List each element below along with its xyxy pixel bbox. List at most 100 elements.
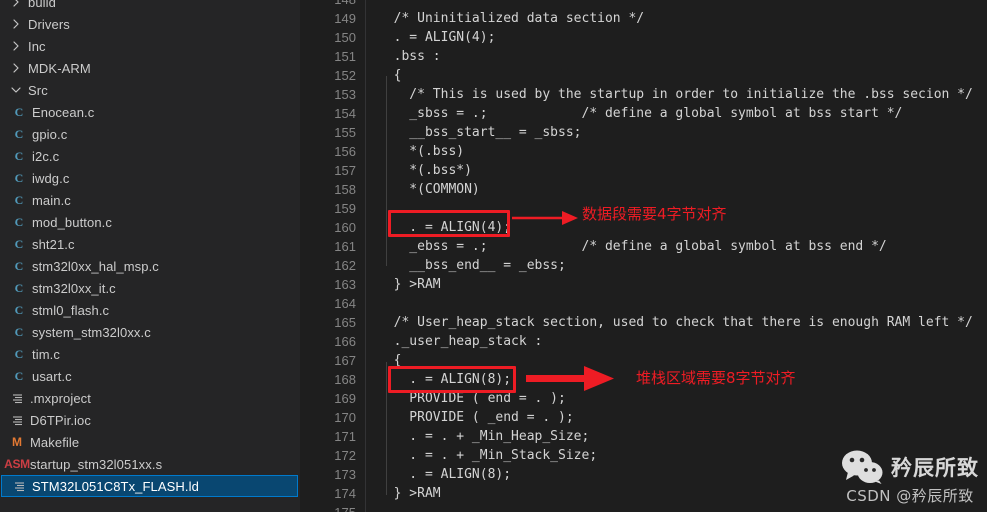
sidebar-item-label: startup_stm32l051xx.s [30, 456, 163, 472]
file-tree: build Drivers Inc MDK-ARM Src C Enocean.c Cgpio… [0, 0, 300, 497]
code-line[interactable]: 153 /* This is used by the startup in or… [300, 85, 987, 104]
sidebar-item-main-c[interactable]: Cmain.c [0, 189, 300, 211]
annotation-arrow-align4 [512, 211, 578, 225]
line-source[interactable]: . = ALIGN(8); [378, 370, 511, 389]
code-line[interactable]: 169 PROVIDE ( end = . ); [300, 389, 987, 408]
c-file-icon: C [14, 258, 24, 273]
line-source[interactable]: __bss_end__ = _ebss; [378, 256, 566, 275]
sidebar-item-mxproject[interactable]: .mxproject [0, 387, 300, 409]
chevron-right-icon[interactable] [8, 19, 24, 29]
sidebar-item-usart-c[interactable]: Cusart.c [0, 365, 300, 387]
sidebar-item-startup-stm32l051xx-s[interactable]: ASM startup_stm32l051xx.s [0, 453, 300, 475]
line-number: 154 [334, 106, 356, 121]
sidebar-item-makefile[interactable]: M Makefile [0, 431, 300, 453]
sidebar-item-label: main.c [32, 192, 71, 208]
watermark-name: 矜辰所致 [891, 456, 979, 480]
sidebar-item-label: system_stm32l0xx.c [32, 324, 151, 340]
line-source[interactable]: *(.bss*) [378, 161, 472, 180]
chevron-right-icon[interactable] [8, 41, 24, 51]
line-source[interactable]: { [378, 351, 402, 370]
sidebar-item-mdk-arm[interactable]: MDK-ARM [0, 57, 300, 79]
chevron-right-icon[interactable] [8, 0, 24, 7]
code-line[interactable]: 161 _ebss = .; /* define a global symbol… [300, 237, 987, 256]
c-file-icon: C [14, 324, 24, 339]
code-line[interactable]: 148 [300, 0, 987, 9]
sidebar-item-drivers[interactable]: Drivers [0, 13, 300, 35]
sidebar-item-sht21-c[interactable]: Csht21.c [0, 233, 300, 255]
line-source[interactable]: . = ALIGN(4); [378, 218, 511, 237]
code-line[interactable]: 151 .bss : [300, 47, 987, 66]
line-number: 156 [334, 144, 356, 159]
c-file-icon: C [14, 236, 24, 251]
line-source[interactable]: } >RAM [378, 484, 441, 503]
line-source[interactable]: } >RAM [378, 275, 441, 294]
code-line[interactable]: 165 /* User_heap_stack section, used to … [300, 313, 987, 332]
code-line[interactable]: 156 *(.bss) [300, 142, 987, 161]
sidebar-item-enocean-c[interactable]: C Enocean.c [0, 101, 300, 123]
code-line[interactable]: 158 *(COMMON) [300, 180, 987, 199]
code-line[interactable]: 170 PROVIDE ( _end = . ); [300, 408, 987, 427]
code-line[interactable]: 154 _sbss = .; /* define a global symbol… [300, 104, 987, 123]
line-source[interactable]: *(COMMON) [378, 180, 479, 199]
sidebar-item-i2c-c[interactable]: Ci2c.c [0, 145, 300, 167]
code-line[interactable]: 162 __bss_end__ = _ebss; [300, 256, 987, 275]
sidebar-item-gpio-c[interactable]: Cgpio.c [0, 123, 300, 145]
code-line[interactable]: 155 __bss_start__ = _sbss; [300, 123, 987, 142]
line-source[interactable]: /* User_heap_stack section, used to chec… [378, 313, 973, 332]
code-line[interactable]: 163 } >RAM [300, 275, 987, 294]
line-source[interactable]: { [378, 66, 402, 85]
sidebar-item-label: Makefile [30, 434, 80, 450]
code-line[interactable]: 166 ._user_heap_stack : [300, 332, 987, 351]
code-line[interactable]: 149 /* Uninitialized data section */ [300, 9, 987, 28]
line-source[interactable]: _sbss = .; /* define a global symbol at … [378, 104, 902, 123]
code-line[interactable]: 171 . = . + _Min_Heap_Size; [300, 427, 987, 446]
sidebar-item-stm32l0xx-it-c[interactable]: Cstm32l0xx_it.c [0, 277, 300, 299]
line-number: 174 [334, 486, 356, 501]
line-number: 160 [334, 220, 356, 235]
line-number: 150 [334, 30, 356, 45]
line-source[interactable]: . = ALIGN(8); [378, 465, 511, 484]
line-source[interactable]: /* Uninitialized data section */ [378, 9, 644, 28]
line-number: 152 [334, 68, 356, 83]
document-icon [10, 481, 28, 492]
sidebar-item-build[interactable]: build [0, 0, 300, 13]
sidebar-item-d6tpir-ioc[interactable]: D6TPir.ioc [0, 409, 300, 431]
line-number: 162 [334, 258, 356, 273]
code-editor[interactable]: 148149 /* Uninitialized data section */1… [300, 0, 987, 512]
sidebar-item-src[interactable]: Src [0, 79, 300, 101]
line-number: 164 [334, 296, 356, 311]
code-line[interactable]: 157 *(.bss*) [300, 161, 987, 180]
line-number: 168 [334, 372, 356, 387]
code-line[interactable]: 152 { [300, 66, 987, 85]
line-source[interactable]: . = . + _Min_Stack_Size; [378, 446, 597, 465]
line-source[interactable]: *(.bss) [378, 142, 464, 161]
line-number: 158 [334, 182, 356, 197]
c-file-icon: C [14, 214, 24, 229]
code-line[interactable]: 164 [300, 294, 987, 313]
sidebar-item-iwdg-c[interactable]: Ciwdg.c [0, 167, 300, 189]
chevron-down-icon[interactable] [8, 85, 24, 95]
line-source[interactable]: . = . + _Min_Heap_Size; [378, 427, 589, 446]
line-source[interactable]: /* This is used by the startup in order … [378, 85, 973, 104]
line-source[interactable]: .bss : [378, 47, 441, 66]
line-source[interactable]: _ebss = .; /* define a global symbol at … [378, 237, 886, 256]
c-file-icon: C [14, 368, 24, 383]
line-number: 149 [334, 11, 356, 26]
sidebar-item-mod-button-c[interactable]: Cmod_button.c [0, 211, 300, 233]
line-number: 171 [334, 429, 356, 444]
sidebar-item-tim-c[interactable]: Ctim.c [0, 343, 300, 365]
line-source[interactable]: . = ALIGN(4); [378, 28, 496, 47]
indent-guide [386, 76, 387, 266]
sidebar-item-stm32l0xx-hal-msp-c[interactable]: Cstm32l0xx_hal_msp.c [0, 255, 300, 277]
sidebar-item-inc[interactable]: Inc [0, 35, 300, 57]
sidebar-item-stm32l051c8tx-flash-ld[interactable]: STM32L051C8Tx_FLASH.ld [1, 475, 298, 497]
sidebar-item-system-stm32l0xx-c[interactable]: Csystem_stm32l0xx.c [0, 321, 300, 343]
c-file-icon: C [14, 170, 24, 185]
line-source[interactable]: __bss_start__ = _sbss; [378, 123, 581, 142]
line-source[interactable]: ._user_heap_stack : [378, 332, 543, 351]
line-source[interactable]: PROVIDE ( _end = . ); [378, 408, 573, 427]
chevron-right-icon[interactable] [8, 63, 24, 73]
code-line[interactable]: 150 . = ALIGN(4); [300, 28, 987, 47]
sidebar-item-stml0-flash-c[interactable]: Cstml0_flash.c [0, 299, 300, 321]
code-lines[interactable]: 148149 /* Uninitialized data section */1… [300, 0, 987, 512]
